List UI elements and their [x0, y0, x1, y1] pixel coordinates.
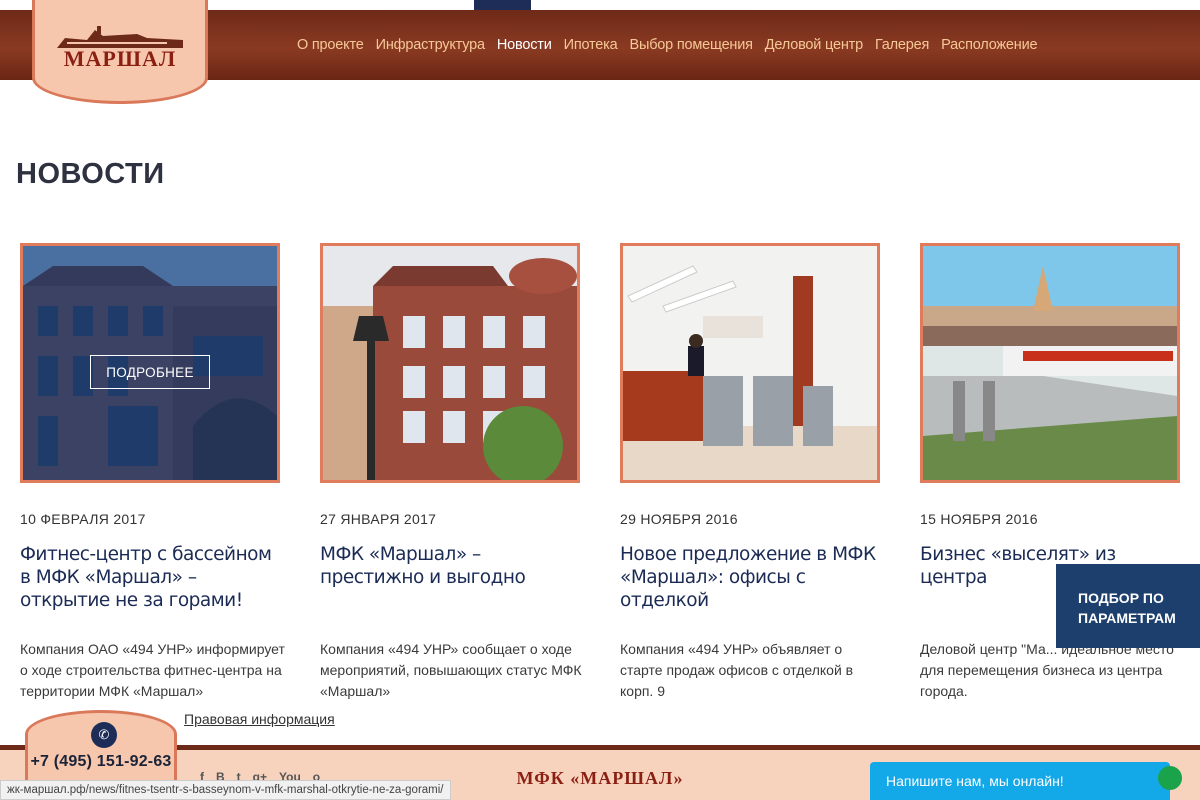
news-date: 27 ЯНВАРЯ 2017 — [320, 511, 437, 527]
chat-online-indicator — [1158, 766, 1182, 790]
news-date: 15 НОЯБРЯ 2016 — [920, 511, 1038, 527]
news-excerpt: Компания ОАО «494 УНР» информирует о ход… — [20, 641, 285, 699]
page-title: НОВОСТИ — [16, 158, 165, 190]
filter-parameters-button[interactable]: ПОДБОР ПО ПАРАМЕТРАМ — [1056, 564, 1200, 648]
nav-item-choose-premises[interactable]: Выбор помещения — [630, 37, 753, 53]
building-photo — [323, 246, 577, 480]
nav-item-about[interactable]: О проекте — [297, 37, 364, 53]
chat-widget-button[interactable]: Напишите нам, мы онлайн! — [870, 762, 1182, 800]
news-card: ПОДРОБНЕЕ 10 ФЕВРАЛЯ 2017 Фитнес-центр с… — [20, 243, 285, 702]
more-button[interactable]: ПОДРОБНЕЕ — [90, 355, 210, 389]
logo-text: МАРШАЛ — [63, 46, 177, 71]
news-date: 10 ФЕВРАЛЯ 2017 — [20, 511, 146, 527]
news-title[interactable]: Фитнес-центр с бассейном в МФК «Маршал» … — [20, 543, 280, 627]
news-image[interactable] — [620, 243, 880, 483]
nav-item-mortgage[interactable]: Ипотека — [564, 37, 618, 53]
top-accent-strip — [474, 0, 531, 10]
nav-item-news[interactable]: Новости — [497, 37, 552, 53]
filter-tab-line1: ПОДБОР ПО — [1078, 590, 1164, 606]
office-lobby-photo — [623, 246, 877, 480]
nav-item-infrastructure[interactable]: Инфраструктура — [376, 37, 485, 53]
news-card: 29 НОЯБРЯ 2016 Новое предложение в МФК «… — [620, 243, 880, 702]
logo[interactable]: МАРШАЛ — [32, 0, 208, 104]
building-logo-icon — [57, 26, 183, 48]
main-nav: О проекте Инфраструктура Новости Ипотека… — [297, 10, 1049, 80]
news-date: 29 НОЯБРЯ 2016 — [620, 511, 738, 527]
news-excerpt: Компания «494 УНР» сообщает о ходе мероп… — [320, 641, 582, 699]
news-title[interactable]: МФК «Маршал» – престижно и выгодно — [320, 543, 580, 627]
news-image[interactable] — [920, 243, 1180, 483]
city-rendering-photo — [923, 246, 1177, 480]
phone-number[interactable]: +7 (495) 151-92-63 — [28, 753, 174, 771]
chat-label: Напишите нам, мы онлайн! — [886, 773, 1064, 789]
news-card: 27 ЯНВАРЯ 2017 МФК «Маршал» – престижно … — [320, 243, 582, 702]
news-image[interactable]: ПОДРОБНЕЕ — [20, 243, 280, 483]
nav-item-business-center[interactable]: Деловой центр — [765, 37, 863, 53]
filter-tab-line2: ПАРАМЕТРАМ — [1078, 610, 1176, 626]
news-excerpt: Компания «494 УНР» объявляет о старте пр… — [620, 641, 854, 699]
nav-item-location[interactable]: Расположение — [941, 37, 1037, 53]
news-title[interactable]: Новое предложение в МФК «Маршал»: офисы … — [620, 543, 880, 627]
legal-info-link[interactable]: Правовая информация — [184, 711, 335, 727]
status-bar-url: жк-маршал.рф/news/fitnes-tsentr-s-bassey… — [0, 780, 451, 800]
phone-icon: ✆ — [91, 722, 117, 748]
news-excerpt: Деловой центр "Ма... идеальное место для… — [920, 641, 1174, 699]
news-image[interactable] — [320, 243, 580, 483]
nav-item-gallery[interactable]: Галерея — [875, 37, 929, 53]
